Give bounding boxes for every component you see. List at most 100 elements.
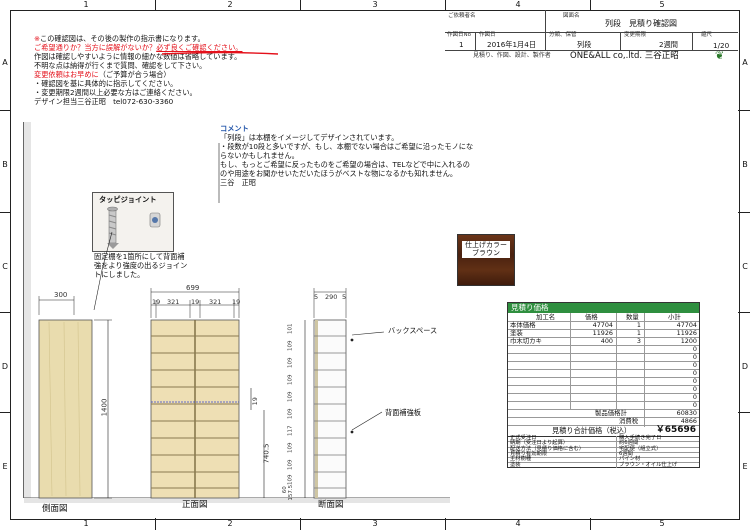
- side-view-label: 側面図: [42, 504, 68, 514]
- item-qty: 1: [636, 329, 641, 337]
- item-subtotal: 0: [692, 385, 697, 393]
- notice-line: （ご予算が合う場合）: [98, 70, 171, 79]
- detail-value: ブラウン・オイル仕上げ: [619, 461, 678, 468]
- company-name: ONE&ALL co,.ltd. 三谷正昭: [570, 51, 679, 61]
- front-view-label: 正面図: [182, 500, 208, 510]
- notice: ※この確認図は、その後の製作の指示書になります。 ご希望通りか？当方に誤解がない…: [34, 34, 242, 106]
- row-letter: B: [2, 160, 8, 169]
- dim-front-total: 699: [186, 284, 200, 292]
- item-subtotal: 0: [692, 369, 697, 377]
- grand-total-value: ￥65696: [655, 425, 696, 435]
- dim-section-part: 5: [342, 293, 347, 301]
- item-name: 巾木切カキ: [510, 337, 542, 345]
- product-total-value: 60830: [676, 409, 697, 417]
- category-value: 列段: [577, 40, 592, 49]
- col-price-header: 価格: [585, 313, 598, 321]
- drafter-label: 作図日No: [447, 32, 471, 38]
- notice-line: この確認図は、その後の製作の指示書になります。: [40, 34, 205, 43]
- revision-label: 変更期限: [624, 32, 647, 38]
- date-label: 作図日: [479, 32, 496, 38]
- item-name: 塗装: [510, 329, 523, 337]
- dim-section-height: 109: [287, 442, 294, 454]
- column-number: 1: [83, 519, 89, 528]
- item-qty: 3: [636, 337, 641, 345]
- detail-key: 塗装: [510, 461, 521, 468]
- item-name: 本体価格: [510, 321, 536, 329]
- item-subtotal: 0: [692, 353, 697, 361]
- color-label: 仕上げカラー ブラウン: [462, 241, 510, 258]
- item-price: 11926: [592, 329, 613, 337]
- dim-section-height: 109: [287, 374, 294, 386]
- tax-label: 消費税: [619, 417, 639, 425]
- row-letter: D: [741, 362, 749, 371]
- dim-front-part: 19: [152, 298, 161, 306]
- dim-front-mid: 19: [250, 397, 259, 406]
- row-letter: C: [742, 262, 748, 271]
- drawing-name-label: 図面名: [563, 13, 580, 19]
- notice-line: ・確認図を基に具体的に指示してください。: [34, 79, 178, 88]
- item-subtotal: 1200: [680, 337, 697, 345]
- item-subtotal: 11926: [676, 329, 697, 337]
- drawing-name: 列段 見積り確認図: [605, 19, 677, 28]
- dim-front-part: 321: [209, 298, 222, 306]
- dim-section-part: 5: [314, 293, 319, 301]
- dim-section-height: 117: [287, 425, 294, 437]
- dim-section-height: 109: [287, 357, 294, 369]
- technical-drawing: [23, 122, 450, 503]
- dim-section-height: 101: [287, 323, 294, 335]
- drafter-value: 1: [459, 40, 464, 49]
- dim-side-height: 1400: [100, 398, 109, 417]
- column-number: 3: [372, 0, 378, 9]
- row-letter: A: [2, 58, 8, 67]
- leaf-logo-icon: ❦: [715, 49, 725, 62]
- item-subtotal: 0: [692, 377, 697, 385]
- row-letter: A: [742, 58, 748, 67]
- item-subtotal: 0: [692, 361, 697, 369]
- company-desc: 見積り、作図、設計、製作者: [473, 52, 551, 59]
- dim-section-bottom: 60: [281, 486, 288, 494]
- item-qty: 1: [636, 321, 641, 329]
- item-subtotal: 0: [692, 345, 697, 353]
- back-panel-label: 背面補強板: [385, 408, 421, 417]
- back-space-label: バックスペース: [388, 326, 438, 335]
- col-sub-header: 小計: [668, 313, 681, 321]
- row-letter: E: [2, 462, 8, 471]
- column-number: 5: [659, 519, 665, 528]
- dim-side-width: 300: [54, 291, 68, 299]
- product-total-label: 製品価格計: [595, 409, 627, 417]
- dim-section-height: 109: [287, 391, 294, 403]
- item-subtotal: 0: [692, 401, 697, 409]
- date-value: 2016年1月4日: [487, 40, 537, 49]
- column-number: 1: [83, 0, 89, 9]
- item-price: 400: [600, 337, 613, 345]
- red-underline: [161, 51, 279, 55]
- category-label: 分類、保管: [549, 32, 577, 38]
- notice-line: デザイン担当三谷正昭 tel072-630-3360: [34, 97, 174, 106]
- column-number: 2: [227, 0, 233, 9]
- column-number: 3: [372, 519, 378, 528]
- customer-label: ご依頼者名: [448, 13, 476, 19]
- column-number: 5: [659, 0, 665, 9]
- row-letter: C: [2, 262, 8, 271]
- color-swatch: 仕上げカラー ブラウン: [457, 234, 515, 286]
- column-number: 4: [515, 519, 521, 528]
- estimate-header: 見積り価格: [508, 303, 699, 313]
- revision-value: 2週間: [659, 40, 678, 49]
- dim-section-part: 290: [325, 293, 338, 301]
- section-height-dims: 101 109 109 109 109 109 117 109 109 109 …: [286, 320, 298, 501]
- notice-line: 不明な点は納得が行くまで質問、確認をして下さい。: [34, 61, 207, 70]
- dim-section-height: 157.5: [288, 484, 295, 501]
- column-number: 4: [515, 0, 521, 9]
- dim-front-part: 19: [191, 298, 200, 306]
- row-letter: D: [1, 362, 9, 371]
- dim-section-height: 109: [287, 474, 294, 486]
- dim-front-part: 19: [232, 298, 241, 306]
- column-number: 2: [227, 519, 233, 528]
- scale-label: 縮尺: [701, 32, 713, 38]
- dim-front-low: 740.5: [262, 443, 271, 464]
- item-price: 47704: [592, 321, 613, 329]
- row-letter: B: [742, 160, 748, 169]
- dim-section-height: 109: [287, 459, 294, 471]
- notice-line-red: ご希望通りか？当方に誤解がないか？: [34, 43, 157, 52]
- title-block: ご依頼者名 図面名 列段 見積り確認図 作図日No 1 作図日 2016年1月4…: [445, 10, 738, 62]
